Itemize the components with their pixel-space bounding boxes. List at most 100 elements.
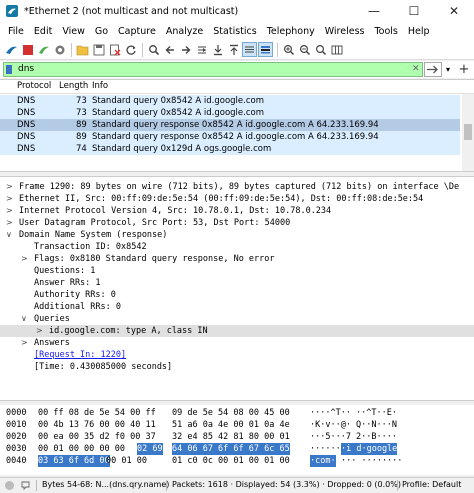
close-file-icon[interactable] — [107, 42, 122, 57]
reload-icon[interactable] — [123, 42, 138, 57]
detail-transaction-id[interactable]: Transaction ID: 0x8542 — [0, 241, 474, 253]
expand-arrow-icon[interactable]: > — [21, 337, 28, 349]
packet-row[interactable]: DNS 73 Standard query 0x8542 A id.google… — [0, 95, 460, 107]
detail-udp[interactable]: > User Datagram Protocol, Src Port: 53, … — [0, 217, 474, 229]
bookmark-icon[interactable] — [6, 65, 12, 74]
expand-arrow-icon[interactable]: > — [6, 217, 13, 229]
menu-help[interactable]: Help — [403, 26, 435, 37]
packet-row-selected[interactable]: DNS 89 Standard query response 0x8542 A … — [0, 119, 460, 131]
last-icon[interactable] — [226, 42, 241, 57]
detail-request-in[interactable]: [Request In: 1220] — [0, 349, 474, 361]
detail-time[interactable]: [Time: 0.430085000 seconds] — [0, 361, 474, 373]
bytes-hex: 00 ff 08 de 5e 54 00 ff — [38, 408, 156, 418]
detail-answer-rrs[interactable]: Answer RRs: 1 — [0, 277, 474, 289]
bytes-ascii: ···5···7 2··B···· — [310, 432, 397, 442]
bytes-offset: 0010 — [6, 420, 27, 430]
filter-history-dropdown[interactable]: ▾ — [443, 62, 453, 77]
find-icon[interactable] — [146, 42, 161, 57]
menu-edit[interactable]: Edit — [29, 26, 57, 37]
go-back-icon[interactable] — [162, 42, 177, 57]
detail-questions[interactable]: Questions: 1 — [0, 265, 474, 277]
packet-length: 73 — [76, 108, 87, 118]
close-button[interactable]: ✕ — [434, 0, 474, 22]
collapse-arrow-icon[interactable]: ∨ — [21, 313, 27, 325]
capture-comment-icon[interactable] — [20, 480, 31, 493]
maximize-button[interactable]: ☐ — [394, 0, 434, 22]
go-forward-icon[interactable] — [178, 42, 193, 57]
detail-queries[interactable]: ∨ Queries — [0, 313, 474, 325]
detail-query-entry-selected[interactable]: > id.google.com: type A, class IN — [0, 325, 474, 337]
bytes-row[interactable]: 0000 00 ff 08 de 5e 54 00 ff 09 de 5e 54… — [0, 407, 474, 419]
detail-frame[interactable]: > Frame 1290: 89 bytes on wire (712 bits… — [0, 181, 474, 193]
collapse-arrow-icon[interactable]: ∨ — [6, 229, 12, 241]
resize-columns-icon[interactable] — [329, 42, 344, 57]
bytes-row[interactable]: 0020 00 ea 00 35 d2 f0 00 37 32 e4 85 42… — [0, 431, 474, 443]
detail-text: Answers — [34, 338, 70, 348]
add-filter-button[interactable]: + — [456, 61, 472, 77]
column-length[interactable]: Length — [59, 81, 88, 91]
status-separator — [36, 480, 37, 491]
detail-authority-rrs[interactable]: Authority RRs: 0 — [0, 289, 474, 301]
bytes-row[interactable]: 0010 00 4b 13 76 00 00 40 11 51 a6 0a 4e… — [0, 419, 474, 431]
bytes-hex: 00 01 00 00 00 00 — [38, 444, 125, 454]
first-icon[interactable] — [210, 42, 225, 57]
menu-tools[interactable]: Tools — [369, 26, 402, 37]
autoscroll-icon[interactable] — [242, 42, 257, 57]
bytes-hex-highlight: 02 69 — [137, 443, 163, 455]
menu-file[interactable]: File — [3, 26, 29, 37]
detail-answers[interactable]: > Answers — [0, 337, 474, 349]
detail-flags[interactable]: > Flags: 0x8180 Standard query response,… — [0, 253, 474, 265]
bytes-row[interactable]: 0040 03 63 6f 6d 00 00 01 00 01 c0 0c 00… — [0, 455, 474, 467]
column-info[interactable]: Info — [92, 81, 108, 91]
detail-text: Answer RRs: 1 — [34, 278, 101, 288]
options-icon[interactable] — [52, 42, 67, 57]
zoom-out-icon[interactable] — [297, 42, 312, 57]
detail-text: User Datagram Protocol, Src Port: 53, Ds… — [19, 218, 291, 228]
colorize-icon[interactable] — [258, 42, 273, 57]
detail-ethernet[interactable]: > Ethernet II, Src: 00:ff:09:de:5e:54 (0… — [0, 193, 474, 205]
detail-dns[interactable]: ∨ Domain Name System (response) — [0, 229, 474, 241]
menu-telephony[interactable]: Telephony — [262, 26, 320, 37]
detail-ipv4[interactable]: > Internet Protocol Version 4, Src: 10.7… — [0, 205, 474, 217]
menu-analyze[interactable]: Analyze — [161, 26, 208, 37]
packet-row[interactable]: DNS 74 Standard query 0x129d A ogs.googl… — [0, 143, 460, 155]
apply-filter-button[interactable] — [424, 62, 442, 77]
expand-arrow-icon[interactable]: > — [36, 325, 43, 337]
detail-text: Ethernet II, Src: 00:ff:09:de:5e:54 (00:… — [19, 194, 424, 204]
restart-icon[interactable] — [36, 42, 51, 57]
expand-arrow-icon[interactable]: > — [6, 205, 13, 217]
packet-row[interactable]: DNS 89 Standard query response 0x8542 A … — [0, 131, 460, 143]
stop-icon[interactable] — [20, 42, 35, 57]
packet-list-scrollbar[interactable] — [462, 94, 474, 171]
open-icon[interactable] — [75, 42, 90, 57]
normal-size-icon[interactable] — [313, 42, 328, 57]
fin-icon[interactable] — [4, 42, 19, 57]
menu-capture[interactable]: Capture — [113, 26, 161, 37]
minimize-button[interactable]: — — [354, 0, 394, 22]
expert-info-icon[interactable] — [4, 480, 15, 493]
wireshark-logo-icon — [6, 5, 18, 17]
status-packets: Packets: 1618 · Displayed: 54 (3.3%) · D… — [172, 480, 401, 489]
expand-arrow-icon[interactable]: > — [6, 193, 13, 205]
expand-arrow-icon[interactable]: > — [21, 253, 28, 265]
bytes-row[interactable]: 0030 00 01 00 00 00 00 02 69 64 06 67 6f… — [0, 443, 474, 455]
column-protocol[interactable]: Protocol — [17, 81, 51, 91]
menu-wireless[interactable]: Wireless — [320, 26, 370, 37]
bytes-ascii: ·K·v··@· Q··N···N — [310, 420, 397, 430]
save-icon[interactable] — [91, 42, 106, 57]
detail-text: Questions: 1 — [34, 266, 96, 276]
zoom-in-icon[interactable] — [281, 42, 296, 57]
go-to-icon[interactable] — [194, 42, 209, 57]
menu-view[interactable]: View — [57, 26, 90, 37]
menu-go[interactable]: Go — [90, 26, 113, 37]
packet-row[interactable]: DNS 73 Standard query 0x8542 A id.google… — [0, 107, 460, 119]
clear-filter-icon[interactable]: ✕ — [412, 64, 420, 74]
detail-additional-rrs[interactable]: Additional RRs: 0 — [0, 301, 474, 313]
display-filter-input[interactable]: dns ✕ — [3, 62, 423, 77]
expand-arrow-icon[interactable]: > — [6, 181, 13, 193]
status-profile[interactable]: Profile: Default — [402, 480, 461, 489]
scrollbar-thumb[interactable] — [464, 124, 472, 140]
menu-statistics[interactable]: Statistics — [208, 26, 261, 37]
request-in-link[interactable]: [Request In: 1220] — [34, 349, 126, 361]
bytes-hex: 01 c0 0c 00 01 00 01 00 — [172, 456, 290, 466]
